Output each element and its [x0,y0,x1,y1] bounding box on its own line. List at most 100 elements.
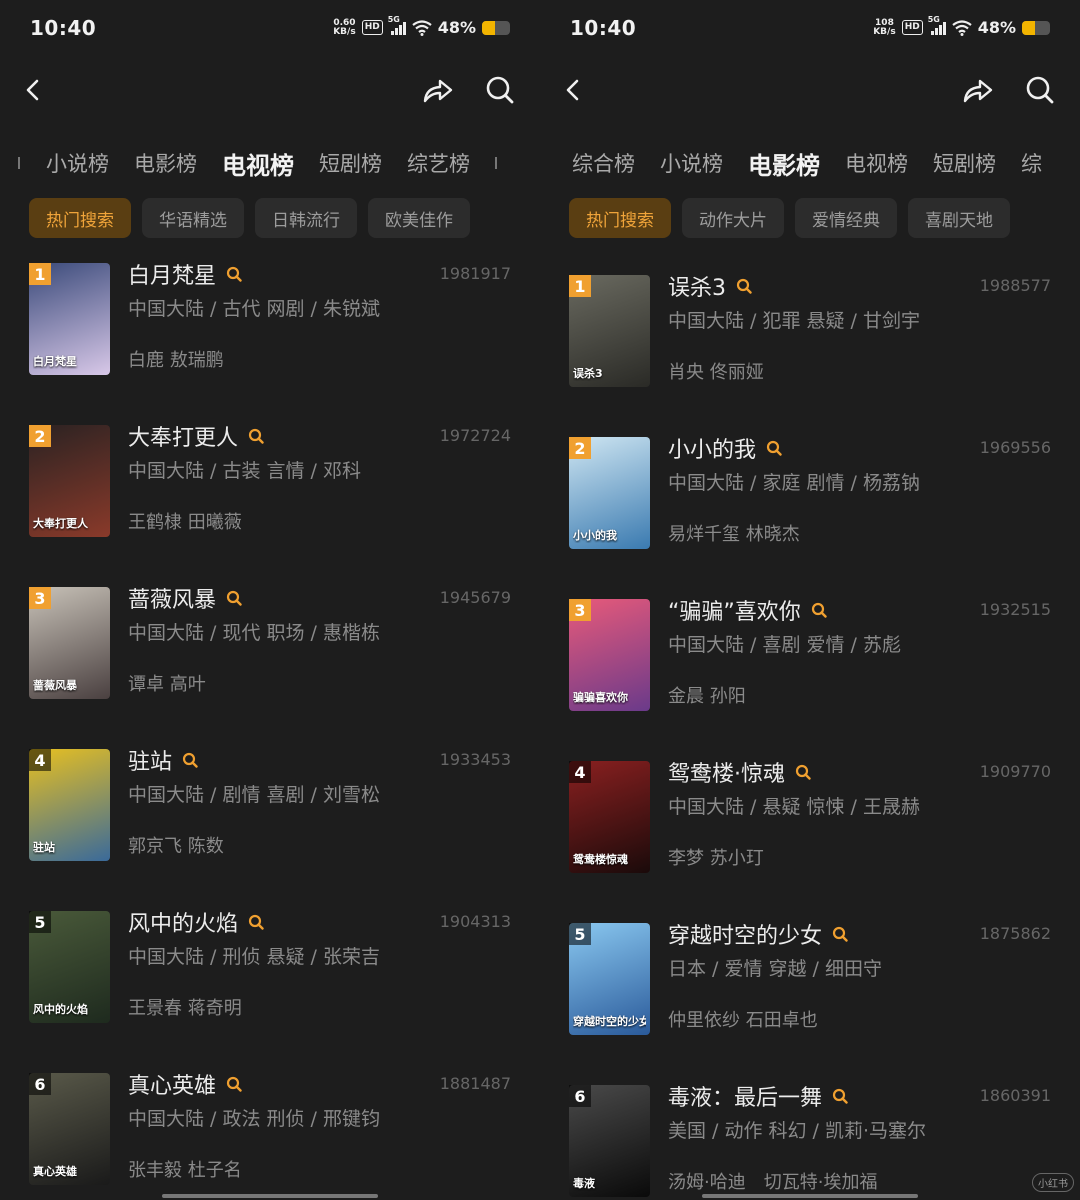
filter-chip[interactable]: 欧美佳作 [368,198,470,238]
filter-chip[interactable]: 华语精选 [142,198,244,238]
item-score: 1988577 [979,276,1051,295]
tab-active[interactable]: 电影榜 [748,146,820,181]
tab-item[interactable]: 短剧榜 [933,148,996,178]
item-title-row[interactable]: 白月梵星 [128,258,242,290]
poster-title: 真心英雄 [33,1165,77,1178]
ranking-item[interactable]: 毒液 6 毒液：最后一舞 1860391 美国 / 动作 科幻 / 凯莉·马塞尔 汤姆·哈… [540,1080,1080,1200]
share-button[interactable] [418,70,458,110]
item-score: 1981917 [439,264,511,283]
tab-item[interactable]: 综艺榜 [407,148,470,178]
ranking-item[interactable]: 白月梵星 1 白月梵星 1981917 中国大陆 / 古代 网剧 / 朱锐斌 白鹿 敖瑞鹏 [0,258,540,388]
category-tabs: 小说榜 电影榜 电视榜 短剧榜 综艺榜 [0,140,540,186]
poster-title: 小小的我 [573,529,617,542]
tab-item[interactable]: 电视榜 [845,148,908,178]
item-title-row[interactable]: 大奉打更人 [128,420,264,452]
tab-item[interactable]: 小说榜 [660,148,723,178]
item-meta: 中国大陆 / 现代 职场 / 惠楷栋 [128,622,381,644]
item-title: 毒液：最后一舞 [668,1086,823,1111]
item-title-row[interactable]: 毒液：最后一舞 [668,1080,848,1112]
ranking-item[interactable]: 驻站 4 驻站 1933453 中国大陆 / 剧情 喜剧 / 刘雪松 郭京飞 陈数 [0,744,540,874]
search-button[interactable] [480,70,520,110]
hd-icon: HD [361,20,383,35]
tab-item[interactable]: 小说榜 [46,148,109,178]
search-icon[interactable] [832,1088,848,1104]
rank-badge: 4 [569,761,591,783]
back-button[interactable] [554,70,594,110]
rank-badge: 2 [29,425,51,447]
item-cast: 汤姆·哈迪 切瓦特·埃加福 [668,1172,878,1193]
search-icon[interactable] [766,440,782,456]
tab-active[interactable]: 电视榜 [222,146,294,181]
ranking-item[interactable]: 大奉打更人 2 大奉打更人 1972724 中国大陆 / 古装 言情 / 邓科 王鹤棣 田… [0,420,540,550]
rank-badge: 6 [29,1073,51,1095]
search-icon[interactable] [811,602,827,618]
tab-item[interactable]: 电影榜 [134,148,197,178]
tab-item[interactable]: 短剧榜 [319,148,382,178]
rank-badge: 2 [569,437,591,459]
filter-chip[interactable]: 动作大片 [682,198,784,238]
ranking-item[interactable]: 真心英雄 6 真心英雄 1881487 中国大陆 / 政法 刑侦 / 邢键钧 张丰毅 杜子… [0,1068,540,1198]
ranking-item[interactable]: 风中的火焰 5 风中的火焰 1904313 中国大陆 / 刑侦 悬疑 / 张荣吉 王景春 … [0,906,540,1036]
filter-chip[interactable]: 日韩流行 [255,198,357,238]
item-title-row[interactable]: “骗骗”喜欢你 [668,594,827,626]
item-cast: 王鹤棣 田曦薇 [128,512,242,533]
ranking-item[interactable]: 蔷薇风暴 3 蔷薇风暴 1945679 中国大陆 / 现代 职场 / 惠楷栋 谭卓 高叶 [0,582,540,712]
item-title: 小小的我 [668,438,757,463]
ranking-item[interactable]: 小小的我 2 小小的我 1969556 中国大陆 / 家庭 剧情 / 杨荔钠 易烊千玺 林… [540,432,1080,562]
share-button[interactable] [958,70,998,110]
rank-badge: 1 [29,263,51,285]
search-icon[interactable] [182,752,198,768]
poster-title: 毒液 [573,1177,595,1190]
chevron-left-icon [566,79,579,101]
search-icon[interactable] [248,428,264,444]
item-score: 1933453 [439,750,511,769]
item-meta: 中国大陆 / 犯罪 悬疑 / 甘剑宇 [668,310,921,332]
item-score: 1875862 [979,924,1051,943]
tab-scroll-indicator [18,157,20,169]
item-meta: 日本 / 爱情 穿越 / 细田守 [668,958,883,980]
filter-chip[interactable]: 热门搜索 [569,198,671,238]
search-icon[interactable] [736,278,752,294]
poster-title: 白月梵星 [33,355,77,368]
search-icon[interactable] [226,1076,242,1092]
tab-item[interactable]: 综 [1021,148,1042,178]
item-meta: 中国大陆 / 古代 网剧 / 朱锐斌 [128,298,381,320]
search-icon[interactable] [795,764,811,780]
ranking-item[interactable]: 骗骗喜欢你 3 “骗骗”喜欢你 1932515 中国大陆 / 喜剧 爱情 / 苏彪 金晨 … [540,594,1080,724]
status-icons: 108 KB/s HD 5G 48% [873,15,1050,37]
item-title-row[interactable]: 误杀3 [668,270,752,302]
search-icon[interactable] [248,914,264,930]
tab-item[interactable]: 综合榜 [572,148,635,178]
poster-title: 蔷薇风暴 [33,679,77,692]
item-title-row[interactable]: 蔷薇风暴 [128,582,242,614]
item-score: 1881487 [439,1074,511,1093]
item-score: 1909770 [979,762,1051,781]
search-button[interactable] [1020,70,1060,110]
item-cast: 王景春 蒋奇明 [128,998,242,1019]
item-title-row[interactable]: 鸳鸯楼·惊魂 [668,756,811,788]
filter-chip[interactable]: 喜剧天地 [908,198,1010,238]
ranking-item[interactable]: 鸳鸯楼惊魂 4 鸳鸯楼·惊魂 1909770 中国大陆 / 悬疑 惊悚 / 王晟赫 李梦 … [540,756,1080,886]
hd-icon: HD [901,20,923,35]
filter-chip[interactable]: 爱情经典 [795,198,897,238]
item-title-row[interactable]: 穿越时空的少女 [668,918,848,950]
item-title-row[interactable]: 风中的火焰 [128,906,264,938]
item-title-row[interactable]: 真心英雄 [128,1068,242,1100]
filter-chip[interactable]: 热门搜索 [29,198,131,238]
item-score: 1932515 [979,600,1051,619]
search-icon[interactable] [832,926,848,942]
ranking-item[interactable]: 穿越时空的少女 5 穿越时空的少女 1875862 日本 / 爱情 穿越 / 细田守 仲里… [540,918,1080,1048]
search-icon[interactable] [226,266,242,282]
search-icon[interactable] [226,590,242,606]
network-speed: 108 KB/s [873,18,895,37]
item-title: 误杀3 [668,276,726,301]
battery-percent: 48% [437,18,476,37]
item-score: 1904313 [439,912,511,931]
item-title-row[interactable]: 小小的我 [668,432,782,464]
ranking-item[interactable]: 误杀3 1 误杀3 1988577 中国大陆 / 犯罪 悬疑 / 甘剑宇 肖央 佟丽娅 [540,270,1080,400]
item-title: 蔷薇风暴 [128,588,217,613]
back-button[interactable] [14,70,54,110]
item-title-row[interactable]: 驻站 [128,744,198,776]
item-meta: 美国 / 动作 科幻 / 凯莉·马塞尔 [668,1120,927,1142]
app-bar [540,70,1080,110]
